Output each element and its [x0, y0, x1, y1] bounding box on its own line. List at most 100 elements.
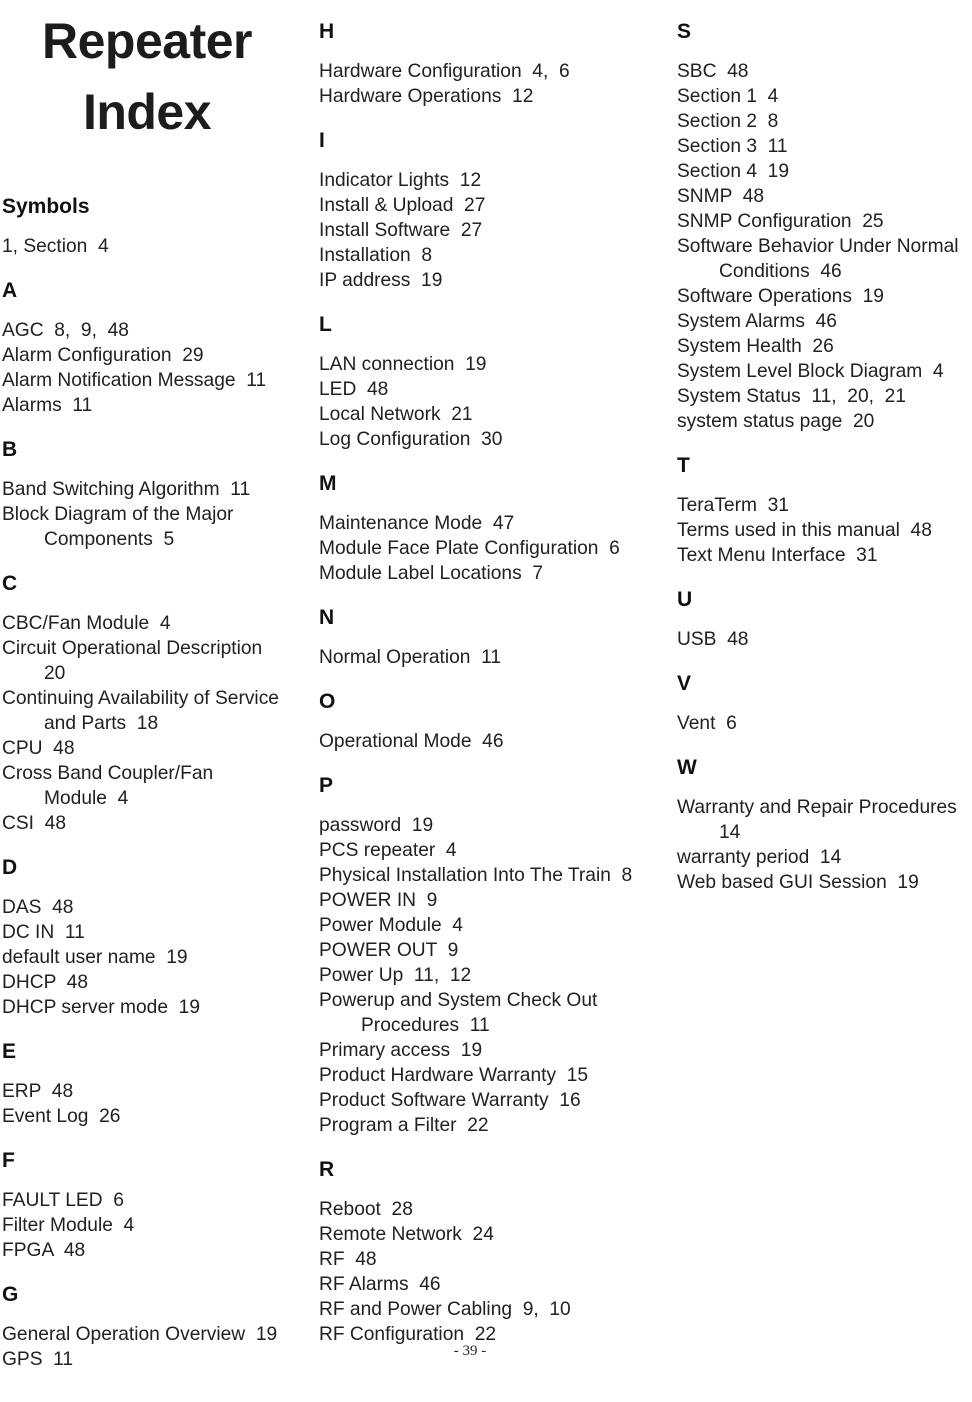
index-entry: System Status 11, 20, 21 [677, 386, 906, 407]
document-title: Repeater Index [2, 12, 302, 142]
heading-gap [2, 217, 302, 234]
index-entry-list: ERP 48 Event Log 26 [2, 1079, 302, 1129]
heading-gap [677, 42, 972, 59]
index-entry: Normal Operation 11 [319, 647, 502, 668]
heading-gap [2, 1305, 302, 1322]
index-entry: Indicator Lights 12 [319, 170, 482, 191]
index-entry: FPGA 48 [2, 1240, 86, 1261]
index-entry-list: 1, Section 4 [2, 234, 302, 259]
index-entry: Module Face Plate Configuration 6 [319, 538, 620, 559]
heading-gap [677, 610, 972, 627]
index-entry: password 19 [319, 815, 434, 836]
index-entry-continuation: Procedures 11 [361, 1015, 490, 1036]
index-entry-continuation: Conditions 46 [719, 261, 842, 282]
index-letter-heading-h: H [319, 20, 335, 43]
index-entry: SNMP Configuration 25 [677, 211, 884, 232]
index-letter-heading-m: M [319, 472, 337, 495]
index-entry: POWER OUT 9 [319, 940, 459, 961]
index-entry-list: password 19 PCS repeater 4 Physical Instal… [319, 813, 659, 1138]
index-entry: Event Log 26 [2, 1106, 121, 1127]
index-entry: Alarm Configuration 29 [2, 345, 204, 366]
index-entry: Section 1 4 [677, 86, 779, 107]
index-entry-list: Vent 6 [677, 711, 972, 736]
index-entry: DHCP server mode 19 [2, 997, 200, 1018]
index-entry-list: FAULT LED 6 Filter Module 4 FPGA 48 [2, 1188, 302, 1263]
heading-gap [2, 301, 302, 318]
index-entry-list: Reboot 28 Remote Network 24 RF 48 RF Alarms… [319, 1197, 659, 1347]
heading-gap [2, 460, 302, 477]
index-letter-heading-r: R [319, 1158, 335, 1181]
index-entry: Alarm Notification Message 11 [2, 370, 267, 391]
index-entry: Product Software Warranty 16 [319, 1090, 581, 1111]
index-letter-heading-i: I [319, 129, 325, 152]
index-letter-heading-v: V [677, 672, 692, 695]
index-entry: system status page 20 [677, 411, 875, 432]
index-column-2-body: H Hardware Configuration 4, 6 Hardware Ope… [319, 0, 659, 1347]
index-column-2: H Hardware Configuration 4, 6 Hardware Ope… [319, 0, 659, 1347]
index-column-1: Repeater Index Symbols 1, Section 4 A AGC 8… [2, 0, 302, 1372]
index-entry: Primary access 19 [319, 1040, 483, 1061]
index-entry: LED 48 [319, 379, 389, 400]
heading-gap [319, 1180, 659, 1197]
index-entry-list: USB 48 [677, 627, 972, 652]
heading-gap [2, 1062, 302, 1079]
index-entry-list: SBC 48 Section 1 4 Section 2 8 Section 3 11… [677, 59, 972, 434]
index-entry: Alarms 11 [2, 395, 93, 416]
index-entry: DC IN 11 [2, 922, 85, 943]
heading-gap [319, 151, 659, 168]
index-entry: Physical Installation Into The Train 8 [319, 865, 633, 886]
index-entry-list: Maintenance Mode 47 Module Face Plate Con… [319, 511, 659, 586]
index-entry: LAN connection 19 [319, 354, 487, 375]
index-letter-heading-s: S [677, 20, 692, 43]
index-entry: USB 48 [677, 629, 749, 650]
index-entry: 1, Section 4 [2, 236, 109, 257]
index-letter-heading-o: O [319, 690, 336, 713]
index-entry: DAS 48 [2, 897, 74, 918]
index-entry: Install Software 27 [319, 220, 483, 241]
index-entry: Continuing Availability of Service [2, 688, 279, 709]
index-entry-list: Band Switching Algorithm 11 Block Diagram… [2, 477, 302, 552]
index-entry: IP address 19 [319, 270, 443, 291]
index-entry: Program a Filter 22 [319, 1115, 489, 1136]
index-entry: Section 4 19 [677, 161, 790, 182]
index-entry: Section 2 8 [677, 111, 779, 132]
heading-gap [2, 594, 302, 611]
index-entry-continuation: 14 [719, 822, 741, 843]
index-entry: SNMP 48 [677, 186, 765, 207]
index-entry: SBC 48 [677, 61, 749, 82]
index-entry: Band Switching Algorithm 11 [2, 479, 251, 500]
index-entry: warranty period 14 [677, 847, 842, 868]
title-spacer [2, 142, 302, 196]
index-letter-heading-g: G [2, 1283, 19, 1306]
index-entry: RF Alarms 46 [319, 1274, 441, 1295]
index-entry-list: Operational Mode 46 [319, 729, 659, 754]
index-entry-list: LAN connection 19 LED 48 Local Network 21 L… [319, 352, 659, 452]
index-entry-list: DAS 48 DC IN 11 default user name 19 DHCP 4… [2, 895, 302, 1020]
index-entry: Web based GUI Session 19 [677, 872, 919, 893]
index-letter-heading-e: E [2, 1040, 17, 1063]
index-entry-list: CBC/Fan Module 4 Circuit Operational Desc… [2, 611, 302, 836]
index-entry-list: Warranty and Repair Procedures 14 warranty… [677, 795, 972, 895]
index-entry: Vent 6 [677, 713, 737, 734]
index-entry-list: AGC 8, 9, 48 Alarm Configuration 29 Alarm … [2, 318, 302, 418]
heading-gap [677, 476, 972, 493]
index-entry: Filter Module 4 [2, 1215, 135, 1236]
index-letter-heading-a: A [2, 279, 18, 302]
index-entry-continuation: Module 4 [44, 788, 129, 809]
index-entry: System Level Block Diagram 4 [677, 361, 944, 382]
index-entry: Install & Upload 27 [319, 195, 486, 216]
index-entry: Hardware Operations 12 [319, 86, 534, 107]
document-title-line-2: Index [82, 84, 212, 140]
index-letter-heading-f: F [2, 1149, 15, 1172]
heading-gap [2, 1171, 302, 1188]
